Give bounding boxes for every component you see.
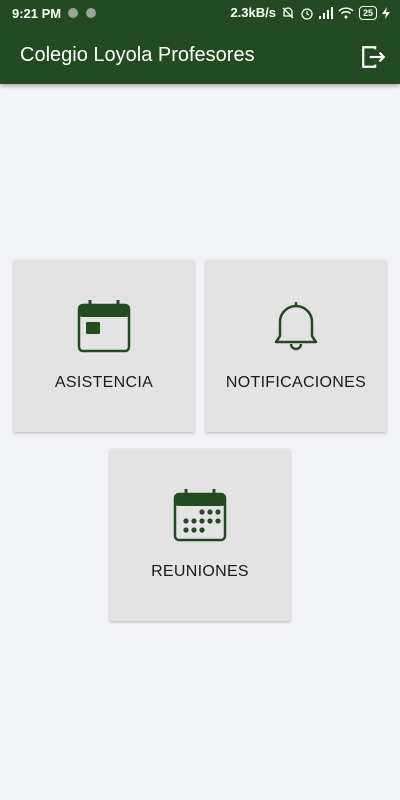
notificaciones-label: NOTIFICACIONES [225, 374, 367, 391]
reuniones-label: REUNIONES [151, 563, 249, 580]
notificaciones-card[interactable]: NOTIFICACIONES [206, 260, 386, 432]
charging-icon [382, 6, 390, 19]
bell-icon [274, 302, 318, 351]
asistencia-label: ASISTENCIA [54, 374, 154, 391]
net-speed: 2.3kB/s [230, 5, 276, 20]
app-bar: Colegio Loyola Profesores [0, 28, 400, 84]
battery-icon: 25 [358, 5, 377, 20]
alarm-icon [301, 7, 313, 20]
status-time: 9:21 PM [12, 6, 62, 21]
reuniones-card[interactable]: REUNIONES [110, 449, 290, 621]
status-icons: 2.3kB/s 25 [230, 5, 390, 20]
asistencia-card[interactable]: ASISTENCIA [14, 260, 194, 432]
logout-icon[interactable] [360, 44, 386, 70]
wifi-icon [338, 6, 354, 18]
status-bar: 9:21 PM 2.3kB/s 25 [0, 0, 400, 28]
notification-dot-icon [86, 8, 96, 18]
app-title: Colegio Loyola Profesores [20, 44, 255, 66]
signal-icon [318, 6, 333, 19]
calendar-month-icon [173, 489, 227, 542]
notification-dot-icon [68, 8, 78, 18]
bell-off-icon [282, 6, 294, 18]
calendar-day-icon [77, 300, 131, 353]
